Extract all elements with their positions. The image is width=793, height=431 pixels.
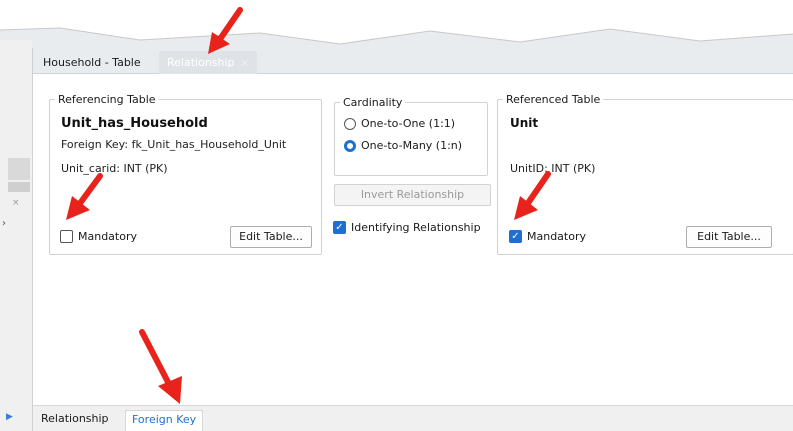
referenced-mandatory-label: Mandatory: [527, 230, 587, 243]
radio-on-icon[interactable]: [344, 139, 356, 152]
checkbox-checked-icon[interactable]: ✓: [333, 221, 346, 234]
side-block-2: [8, 182, 30, 192]
bottom-tab-foreign-key[interactable]: Foreign Key: [125, 410, 204, 431]
bottom-tab-relationship-label: Relationship: [41, 412, 109, 425]
tab-close-icon[interactable]: ×: [241, 58, 249, 69]
annotation-arrow-icon: [514, 171, 551, 220]
referenced-mandatory-checkbox[interactable]: ✓ Mandatory: [509, 230, 586, 243]
checkbox-unchecked-icon[interactable]: [60, 230, 73, 243]
side-block: [8, 158, 30, 180]
cardinality-group: Cardinality One-to-One (1:1) One-to-Many…: [334, 96, 488, 176]
annotation-arrow-icon: [208, 7, 243, 54]
referencing-mandatory-label: Mandatory: [78, 230, 138, 243]
chevron-right-icon[interactable]: ›: [2, 218, 6, 229]
bottom-tab-relationship[interactable]: Relationship: [35, 410, 115, 431]
identifying-relationship-label: Identifying Relationship: [351, 221, 481, 234]
tab-household-table-label: Household - Table: [43, 56, 141, 69]
referencing-mandatory-checkbox[interactable]: Mandatory: [60, 230, 137, 243]
referencing-table-name: Unit_has_Household: [61, 116, 208, 131]
radio-one-to-one[interactable]: One-to-One (1:1): [344, 117, 455, 130]
bottom-tab-bar: Relationship Foreign Key: [33, 405, 793, 431]
radio-off-icon[interactable]: [344, 117, 356, 130]
radio-one-to-many[interactable]: One-to-Many (1:n): [344, 139, 462, 152]
small-close-icon[interactable]: ×: [12, 198, 20, 208]
referencing-table-legend: Referencing Table: [58, 93, 156, 106]
referenced-table-name: Unit: [510, 116, 539, 130]
annotation-arrow-icon: [139, 329, 182, 404]
checkbox-checked-icon[interactable]: ✓: [509, 230, 522, 243]
referencing-edit-table-button[interactable]: Edit Table...: [230, 226, 312, 248]
radio-one-to-one-label: One-to-One (1:1): [361, 117, 456, 130]
radio-one-to-many-label: One-to-Many (1:n): [361, 139, 463, 152]
referenced-table-legend: Referenced Table: [506, 93, 601, 106]
foreign-key-label: Foreign Key: fk_Unit_has_Household_Unit: [61, 138, 287, 151]
editor-tab-bar: Household - Table Relationship ×: [33, 48, 793, 74]
identifying-relationship-checkbox[interactable]: ✓ Identifying Relationship: [333, 221, 481, 234]
tab-household-table[interactable]: Household - Table: [35, 51, 149, 74]
cardinality-legend: Cardinality: [343, 96, 403, 109]
annotation-arrow-icon: [66, 173, 103, 220]
invert-relationship-button[interactable]: Invert Relationship: [334, 184, 491, 206]
referenced-edit-table-button[interactable]: Edit Table...: [686, 226, 772, 248]
play-arrow-icon: ▶: [6, 412, 13, 422]
bottom-tab-foreign-key-label: Foreign Key: [132, 413, 197, 426]
left-side-strip: × › ▶: [0, 40, 32, 431]
